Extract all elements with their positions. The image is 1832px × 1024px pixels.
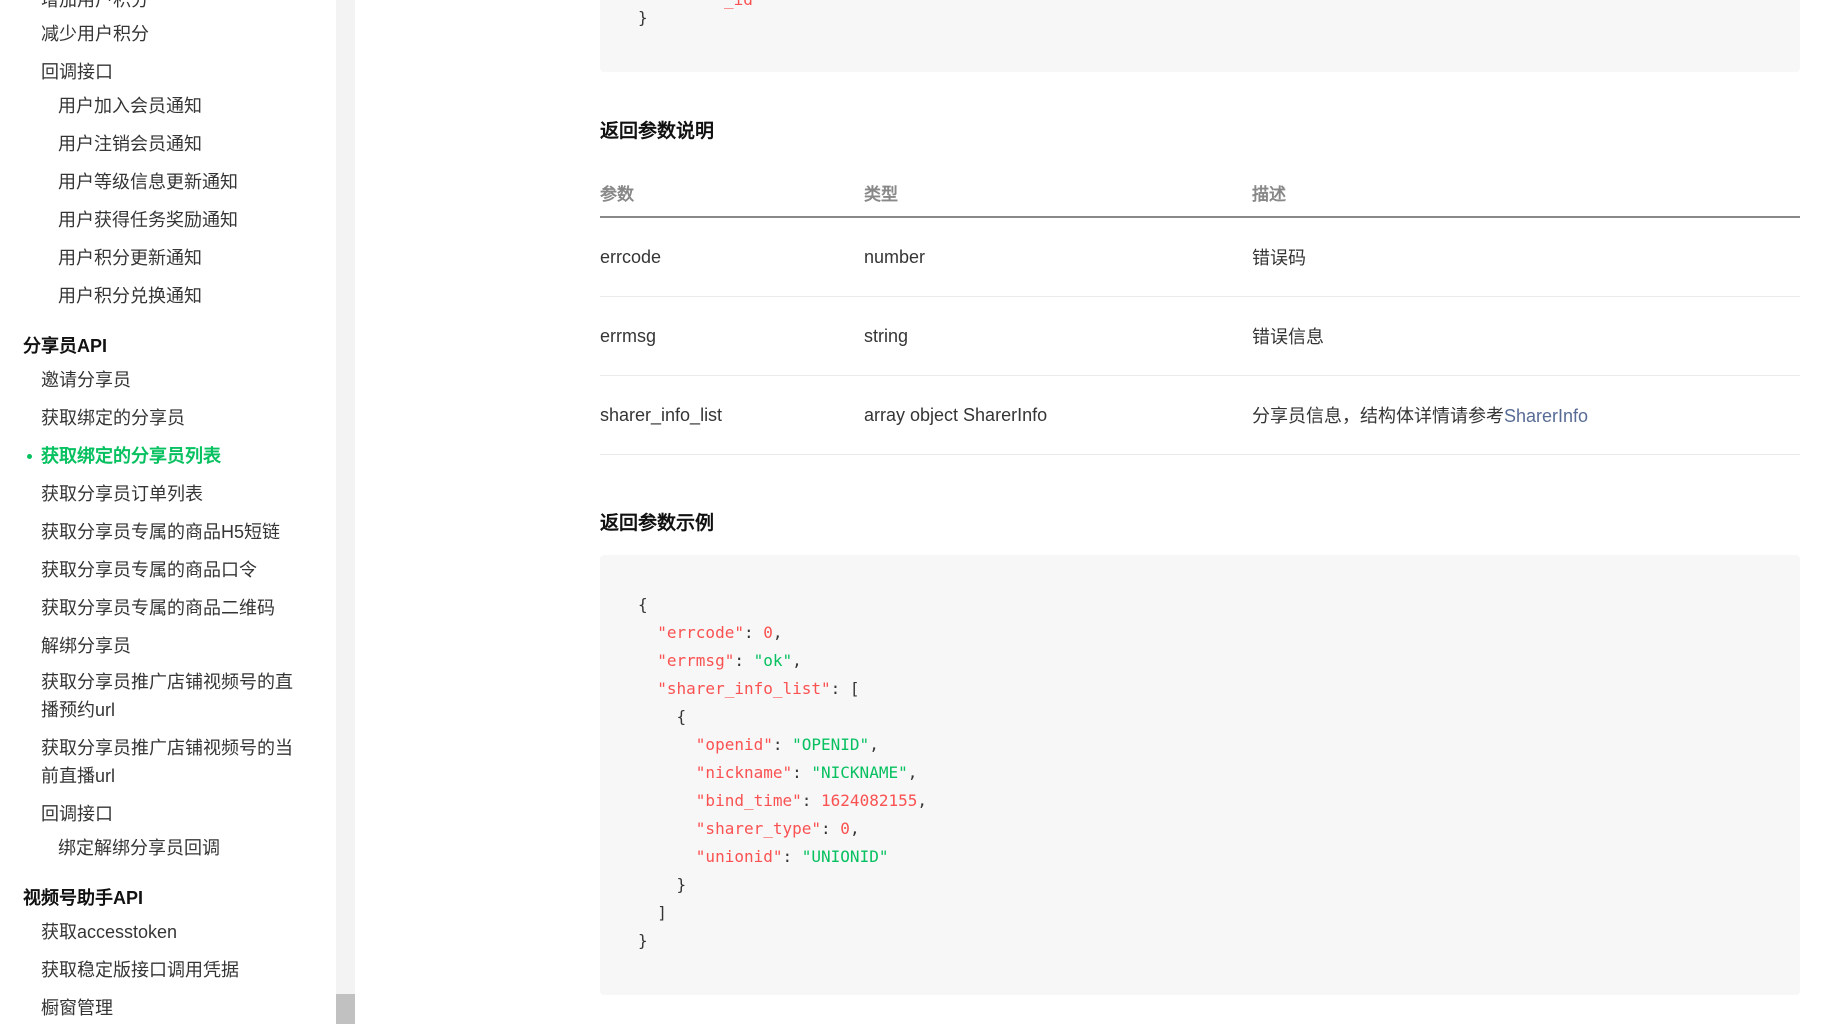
code-string: "UNIONID"	[801, 847, 889, 866]
sidebar-item-callback[interactable]: 回调接口	[41, 58, 113, 86]
return-example-title: 返回参数示例	[600, 513, 715, 534]
request-example-code-tail: _id" }	[600, 0, 1800, 72]
sidebar-item-reduce-points[interactable]: 减少用户积分	[41, 20, 149, 48]
sidebar-scrollbar-thumb[interactable]	[336, 994, 355, 1024]
sidebar-item-accesstoken[interactable]: 获取accesstoken	[41, 918, 177, 946]
code-key: "sharer_type"	[695, 819, 822, 838]
cell-desc: 错误码	[1252, 217, 1800, 297]
code-string: "NICKNAME"	[811, 763, 908, 782]
table-row: errmsg string 错误信息	[600, 296, 1800, 376]
sidebar-item-level-update[interactable]: 用户等级信息更新通知	[58, 168, 238, 196]
sidebar-nav: 增加用户积分 减少用户积分 回调接口 用户加入会员通知 用户注销会员通知 用户等…	[0, 0, 336, 1024]
sidebar-scrollbar[interactable]	[336, 0, 355, 1024]
cell-type: number	[864, 217, 1252, 297]
code-key: "bind_time"	[695, 791, 802, 810]
code-key: "errmsg"	[657, 651, 735, 670]
sidebar-item-points-update[interactable]: 用户积分更新通知	[58, 244, 202, 272]
code-closing-brace: }	[638, 8, 648, 27]
sidebar-item-bind-unbind-callback[interactable]: 绑定解绑分享员回调	[58, 834, 220, 862]
code-number: 1624082155	[821, 791, 918, 810]
code-string: "OPENID"	[792, 735, 870, 754]
sidebar-section-sharer[interactable]: 分享员API	[23, 332, 107, 360]
cell-param: errcode	[600, 217, 864, 297]
table-row: sharer_info_list array object SharerInfo…	[600, 375, 1800, 455]
sidebar-item-add-points[interactable]: 增加用户积分	[41, 0, 149, 14]
sidebar-item-get-bound-sharer[interactable]: 获取绑定的分享员	[41, 404, 185, 432]
code-key: "nickname"	[695, 763, 793, 782]
return-params-title: 返回参数说明	[600, 121, 715, 142]
code-cut-text: _id"	[724, 0, 763, 9]
sidebar-item-sharer-orders[interactable]: 获取分享员订单列表	[41, 480, 203, 508]
return-params-table: 参数 类型 描述 errcode number 错误码 errmsg strin…	[600, 168, 1800, 455]
code-number: 0	[840, 819, 850, 838]
cell-desc: 错误信息	[1252, 296, 1800, 376]
code-string: "ok"	[753, 651, 793, 670]
sidebar-item-product-qrcode[interactable]: 获取分享员专属的商品二维码	[41, 594, 275, 622]
sidebar-item-get-bound-sharer-list[interactable]: 获取绑定的分享员列表	[27, 442, 221, 470]
code-key: "errcode"	[657, 623, 744, 642]
sidebar-item-h5-shortlink[interactable]: 获取分享员专属的商品H5短链	[41, 518, 280, 546]
table-header-param: 参数	[600, 168, 864, 218]
cell-desc-text: 分享员信息，结构体详情请参考	[1252, 406, 1504, 426]
sidebar-item-window-manage[interactable]: 橱窗管理	[41, 994, 113, 1022]
return-example-code: { "errcode": 0, "errmsg": "ok", "sharer_…	[600, 555, 1800, 995]
sidebar-item-invite-sharer[interactable]: 邀请分享员	[41, 366, 131, 394]
cell-desc: 分享员信息，结构体详情请参考SharerInfo	[1252, 375, 1800, 455]
code-key: "sharer_info_list"	[657, 679, 831, 698]
sidebar-item-member-join[interactable]: 用户加入会员通知	[58, 92, 202, 120]
sidebar-item-points-exchange[interactable]: 用户积分兑换通知	[58, 282, 202, 310]
sidebar-item-product-token[interactable]: 获取分享员专属的商品口令	[41, 556, 257, 584]
cell-param: sharer_info_list	[600, 375, 864, 455]
sidebar-item-task-reward[interactable]: 用户获得任务奖励通知	[58, 206, 238, 234]
cell-param: errmsg	[600, 296, 864, 376]
sidebar-item-live-current-url[interactable]: 获取分享员推广店铺视频号的当前直播url	[41, 734, 301, 790]
sidebar-item-sharer-callback[interactable]: 回调接口	[41, 800, 113, 828]
sidebar-section-assistant[interactable]: 视频号助手API	[23, 884, 143, 912]
table-header-type: 类型	[864, 168, 1252, 218]
sidebar-item-stable-token[interactable]: 获取稳定版接口调用凭据	[41, 956, 239, 984]
code-number: 0	[763, 623, 773, 642]
cell-type: array object SharerInfo	[864, 375, 1252, 455]
table-row: errcode number 错误码	[600, 217, 1800, 297]
sidebar-item-unbind-sharer[interactable]: 解绑分享员	[41, 632, 131, 660]
sidebar-item-member-cancel[interactable]: 用户注销会员通知	[58, 130, 202, 158]
sharerinfo-link[interactable]: SharerInfo	[1504, 406, 1588, 426]
main-content: _id" } 返回参数说明 参数 类型 描述 errcode number 错误…	[600, 0, 1800, 1024]
table-header-desc: 描述	[1252, 168, 1800, 218]
cell-type: string	[864, 296, 1252, 376]
code-key: "openid"	[695, 735, 773, 754]
sidebar-item-live-reserve-url[interactable]: 获取分享员推广店铺视频号的直播预约url	[41, 668, 301, 724]
table-header-row: 参数 类型 描述	[600, 168, 1800, 218]
code-content: { "errcode": 0, "errmsg": "ok", "sharer_…	[638, 595, 927, 950]
code-key: "unionid"	[695, 847, 783, 866]
